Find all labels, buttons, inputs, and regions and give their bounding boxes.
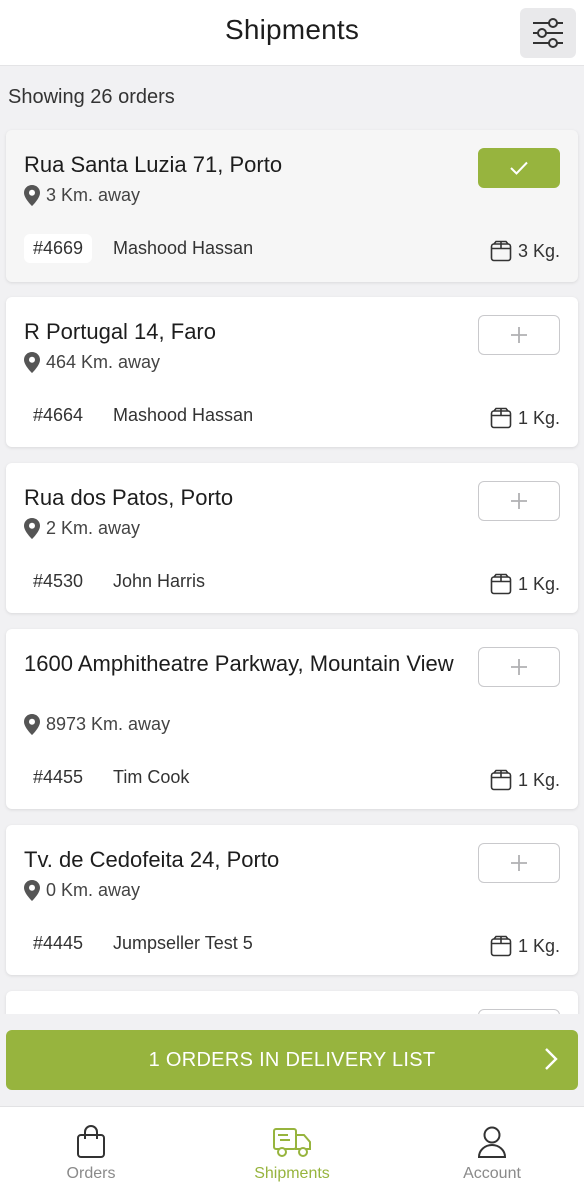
order-number: #4664 [33,405,84,425]
select-order-button[interactable] [478,647,560,687]
select-order-button[interactable] [478,481,560,521]
shipment-card[interactable]: Rua dos Patos, Porto 2 Km. away #4530 Jo… [6,463,578,613]
customer-name: John Harris [113,571,206,591]
order-number: #4445 [33,933,84,953]
weight-text: 1 Kg. [517,407,560,428]
location-pin-icon [24,880,40,901]
shipment-weight: 1 Kg. [490,935,560,957]
shipment-weight: 1 Kg. [490,769,560,791]
weight-text: 1 Kg. [517,935,560,956]
location-pin-icon [24,714,40,735]
plus-icon [511,493,527,509]
customer-name: Mashood Hassan [113,405,254,425]
package-icon [490,240,512,262]
top-bar: Shipments [0,0,584,66]
page-title: Shipments [224,14,360,45]
select-order-button[interactable] [478,843,560,883]
shipment-address: Rua dos Patos, Porto [24,485,234,510]
select-order-button[interactable] [478,148,560,188]
shipment-address: R Portugal 14, Faro [24,319,216,344]
order-number: #4455 [33,767,84,787]
select-order-button[interactable] [478,315,560,355]
plus-icon [511,659,527,675]
shipment-distance: 2 Km. away [24,518,140,539]
plus-icon [511,855,527,871]
tab-label: Account [463,1165,521,1182]
location-pin-icon [24,185,40,206]
package-icon [490,573,512,595]
bottom-tab-bar: Orders Shipments Account [0,1106,584,1200]
customer-name: Mashood Hassan [113,238,254,258]
distance-text: 8973 Km. away [46,714,171,734]
shipment-weight: 3 Kg. [490,240,560,262]
delivery-list-label: 1 ORDERS IN DELIVERY LIST [148,1048,436,1071]
tab-shipments[interactable]: Shipments [217,1121,367,1183]
orders-count: Showing 26 orders [8,86,175,108]
tab-account[interactable]: Account [417,1121,567,1183]
location-pin-icon [24,352,40,373]
shipment-address: Rua Santa Luzia 71, Porto [24,152,283,177]
weight-text: 1 Kg. [517,769,560,790]
delivery-truck-icon [273,1128,311,1157]
distance-text: 3 Km. away [46,185,141,205]
tab-label: Orders [66,1165,116,1182]
package-icon [490,935,512,957]
weight-text: 1 Kg. [517,573,560,594]
shipment-distance: 3 Km. away [24,185,140,206]
chevron-right-icon [545,1048,558,1070]
location-pin-icon [24,518,40,539]
plus-icon [511,327,527,343]
package-icon [490,407,512,429]
distance-text: 0 Km. away [46,880,141,900]
shipment-card[interactable]: Rua Santa Luzia 71, Porto 3 Km. away #46… [6,130,578,282]
user-icon [477,1126,507,1158]
order-number: #4669 [24,234,93,263]
distance-text: 2 Km. away [46,518,141,538]
shipment-weight: 1 Kg. [490,573,560,595]
sliders-icon [533,18,563,48]
package-icon [490,769,512,791]
shipment-weight: 1 Kg. [490,407,560,429]
customer-name: Jumpseller Test 5 [113,933,253,953]
shipment-card[interactable]: Tv. de Cedofeita 24, Porto 0 Km. away #4… [6,825,578,975]
distance-text: 464 Km. away [46,352,161,372]
order-number: #4530 [33,571,84,591]
shipment-address: Tv. de Cedofeita 24, Porto [24,847,280,872]
checkmark-icon [510,161,528,175]
weight-text: 3 Kg. [517,240,560,261]
tab-label: Shipments [254,1165,330,1182]
delivery-list-button[interactable]: 1 ORDERS IN DELIVERY LIST [6,1030,578,1090]
shipment-address: 1600 Amphitheatre Parkway, Mountain View [24,651,454,676]
shipment-distance: 0 Km. away [24,880,140,901]
shipment-card[interactable]: 1600 Amphitheatre Parkway, Mountain View… [6,629,578,809]
tab-orders[interactable]: Orders [16,1121,166,1183]
shopping-bag-icon [77,1125,105,1158]
shipment-distance: 464 Km. away [24,352,160,373]
customer-name: Tim Cook [113,767,190,787]
filter-button[interactable] [520,8,576,58]
shipment-distance: 8973 Km. away [24,714,170,735]
shipment-card[interactable]: R Portugal 14, Faro 464 Km. away #4664 M… [6,297,578,447]
